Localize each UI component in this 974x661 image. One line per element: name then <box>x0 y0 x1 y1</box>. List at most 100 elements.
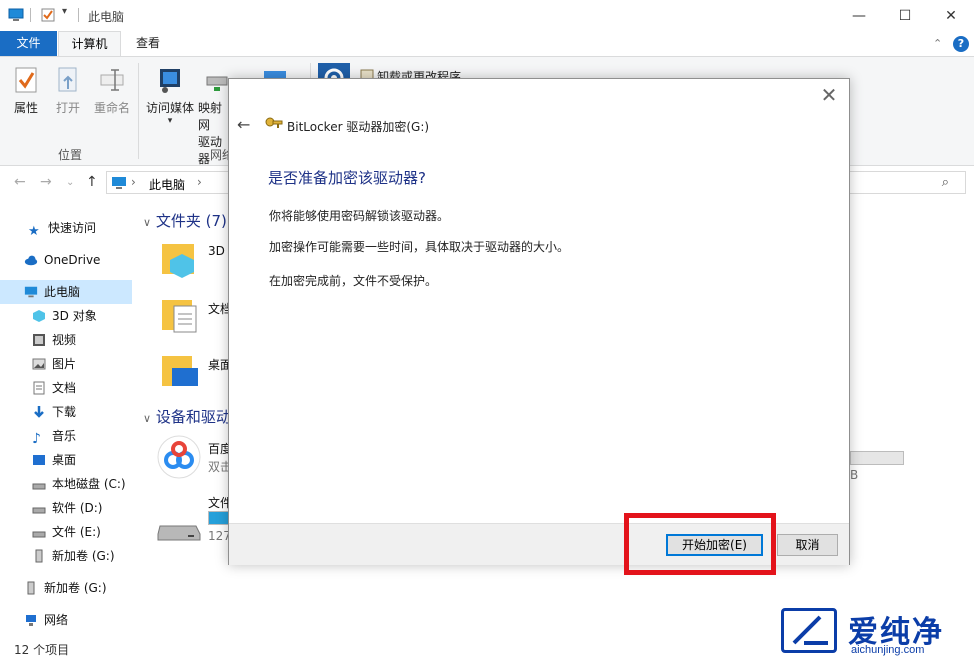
3d-folder-icon[interactable] <box>160 238 200 278</box>
nav-label: 新加卷 (G:) <box>52 549 115 563</box>
highlight-annotation-frame <box>624 513 776 575</box>
access-media-label: 访问媒体 <box>145 101 194 115</box>
nav-item-drive-g[interactable]: 新加卷 (G:) <box>0 544 132 568</box>
nav-label: 文件 (E:) <box>52 525 101 539</box>
close-button[interactable]: ✕ <box>928 0 974 31</box>
back-arrow-icon[interactable]: ← <box>237 115 250 134</box>
rename-icon <box>100 69 124 91</box>
nav-item-onedrive[interactable]: OneDrive <box>0 248 132 272</box>
drive-icon <box>32 507 46 514</box>
usb-drive-icon <box>27 581 35 595</box>
picture-icon <box>32 358 46 370</box>
nav-item-3d-objects[interactable]: 3D 对象 <box>0 304 132 328</box>
watermark-slash-icon <box>792 615 828 645</box>
item-count: 12 个项目 <box>14 643 70 657</box>
properties-button[interactable]: 属性 <box>6 65 46 116</box>
nav-label: OneDrive <box>44 253 101 267</box>
nav-label: 桌面 <box>52 453 77 467</box>
watermark-logo-icon <box>781 608 837 653</box>
up-arrow-icon[interactable]: ↑ <box>86 174 98 190</box>
nav-item-videos[interactable]: 视频 <box>0 328 132 352</box>
minimize-button[interactable]: — <box>836 0 882 31</box>
folders-group-header[interactable]: ∨ 文件夹 (7) <box>143 210 227 231</box>
tab-computer[interactable]: 计算机 <box>58 31 121 56</box>
rename-label: 重命名 <box>93 101 130 115</box>
nav-label: 下载 <box>52 405 77 419</box>
back-arrow-icon[interactable]: ← <box>14 174 26 190</box>
nav-item-desktop[interactable]: 桌面 <box>0 448 132 472</box>
folders-header-text: 文件夹 (7) <box>155 212 227 230</box>
access-media-button[interactable]: 访问媒体 ▾ <box>144 65 196 126</box>
nav-item-drive-g-root[interactable]: 新加卷 (G:) <box>0 576 132 600</box>
nav-label: 视频 <box>52 333 77 347</box>
download-icon <box>34 406 44 418</box>
maximize-button[interactable]: ☐ <box>882 0 928 31</box>
tab-file[interactable]: 文件 <box>0 31 57 56</box>
cancel-button[interactable]: 取消 <box>777 534 838 556</box>
computer-icon[interactable] <box>8 7 24 23</box>
address-path[interactable]: 此电脑 <box>149 176 185 193</box>
ribbon-tab-bar: 文件 计算机 查看 <box>0 31 974 56</box>
desktop-folder-icon[interactable] <box>160 350 200 390</box>
window-title: 此电脑 <box>88 10 125 24</box>
folder-name[interactable]: 3D <box>208 244 225 258</box>
properties-label: 属性 <box>13 101 38 115</box>
nav-item-pictures[interactable]: 图片 <box>0 352 132 376</box>
properties-quick-icon[interactable] <box>40 7 56 23</box>
rename-button[interactable]: 重命名 <box>90 65 134 116</box>
nav-label: 新加卷 (G:) <box>44 581 107 595</box>
baidu-netdisk-icon[interactable] <box>156 434 202 480</box>
nav-label: 音乐 <box>52 429 77 443</box>
address-chevron-icon[interactable]: › <box>131 175 136 189</box>
music-icon: ♪ <box>32 431 41 447</box>
nav-label: 文档 <box>52 381 77 395</box>
access-media-dropdown-icon: ▾ <box>167 116 173 126</box>
computer-icon <box>24 286 38 298</box>
dialog-paragraph: 在加密完成前，文件不受保护。 <box>269 274 438 288</box>
nav-item-drive-d[interactable]: 软件 (D:) <box>0 496 132 520</box>
nav-label: 软件 (D:) <box>52 501 103 515</box>
nav-item-drive-c[interactable]: 本地磁盘 (C:) <box>0 472 132 496</box>
tab-view[interactable]: 查看 <box>126 31 170 56</box>
nav-item-network[interactable]: 网络 <box>0 608 132 632</box>
navigation-pane: ★ 快速访问 OneDrive 此电脑 3D 对象 视频 图片 文档 下载 ♪ 音乐… <box>0 198 136 638</box>
nav-item-drive-e[interactable]: 文件 (E:) <box>0 520 132 544</box>
map-drive-icon <box>206 76 228 91</box>
usb-drive-icon <box>35 549 43 563</box>
open-label: 打开 <box>55 101 80 115</box>
ribbon-collapse-icon[interactable]: ⌃ <box>933 37 942 50</box>
forward-arrow-icon[interactable]: → <box>40 174 52 190</box>
recent-locations-icon[interactable]: ⌄ <box>66 177 74 188</box>
open-button[interactable]: 打开 <box>48 65 88 116</box>
bitlocker-key-icon <box>265 117 283 128</box>
nav-label: 快速访问 <box>48 221 97 235</box>
drive-icon[interactable] <box>156 516 202 542</box>
search-icon[interactable]: ⌕ <box>942 175 949 190</box>
network-icon <box>26 615 36 626</box>
cloud-icon <box>24 255 38 266</box>
documents-folder-icon[interactable] <box>160 294 200 334</box>
nav-item-downloads[interactable]: 下载 <box>0 400 132 424</box>
devices-group-header[interactable]: ∨ 设备和驱动 <box>143 406 231 427</box>
chevron-down-icon: ∨ <box>143 216 152 229</box>
drive-size-fragment: B <box>850 468 859 482</box>
nav-item-documents[interactable]: 文档 <box>0 376 132 400</box>
nav-item-quick-access[interactable]: ★ 快速访问 <box>0 216 132 240</box>
ribbon-group-separator <box>138 63 139 159</box>
video-icon <box>33 334 45 346</box>
drive-icon <box>32 531 46 538</box>
star-icon: ★ <box>28 224 40 239</box>
map-drive-label: 映射网 <box>198 101 223 132</box>
help-icon[interactable]: ? <box>953 36 969 52</box>
address-chevron-icon[interactable]: › <box>197 175 202 189</box>
group-location-label: 位置 <box>58 148 83 162</box>
bitlocker-dialog: ✕ ← BitLocker 驱动器加密(G:) 是否准备加密该驱动器? 你将能够… <box>228 78 850 565</box>
nav-label: 网络 <box>44 613 69 627</box>
nav-item-music[interactable]: ♪ 音乐 <box>0 424 132 448</box>
nav-item-this-pc[interactable]: 此电脑 <box>0 280 132 304</box>
dialog-paragraph: 你将能够使用密码解锁该驱动器。 <box>269 209 450 223</box>
nav-label: 图片 <box>52 357 77 371</box>
quick-access-dropdown-icon[interactable]: ▾ <box>62 6 67 17</box>
dialog-close-button[interactable]: ✕ <box>817 83 841 107</box>
cube-icon <box>33 310 45 322</box>
